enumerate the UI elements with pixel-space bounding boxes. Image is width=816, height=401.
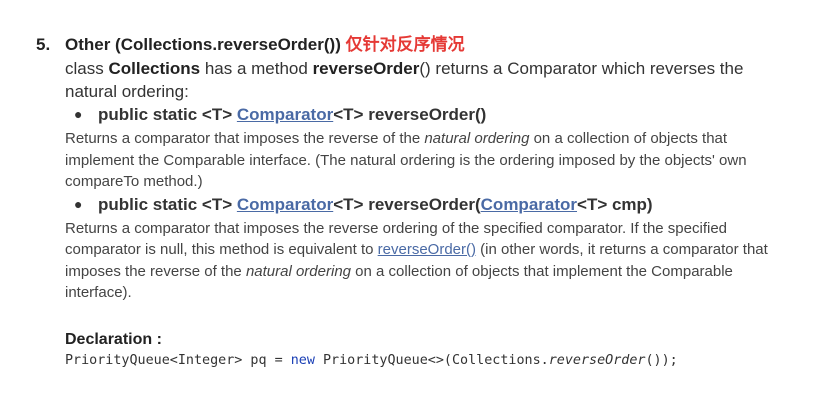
method-name: reverseOrder xyxy=(312,59,420,78)
signature-text: public static <T> xyxy=(98,105,237,124)
method-description-2: Returns a comparator that imposes the re… xyxy=(65,218,796,304)
intro-text: has a method xyxy=(200,59,313,78)
intro-paragraph: class Collections has a method reverseOr… xyxy=(65,57,796,103)
signature-text: public static <T> xyxy=(98,194,237,214)
class-name: Collections xyxy=(108,59,201,78)
intro-text: class xyxy=(65,59,109,78)
method-description-1: Returns a comparator that imposes the re… xyxy=(65,128,796,193)
bullet-icon: ● xyxy=(74,195,83,212)
desc-italic: natural ordering xyxy=(245,262,352,280)
method-signature-2: ● public static <T> Comparator<T> reverse… xyxy=(74,193,796,216)
code-text: ()); xyxy=(645,352,678,368)
code-text: PriorityQueue<Integer> pq = xyxy=(65,352,291,368)
comparator-link[interactable]: Comparator xyxy=(481,195,577,214)
method-signature-1: ● public static <T> Comparator<T> reverse… xyxy=(74,103,796,126)
code-text: PriorityQueue<>(Collections. xyxy=(314,352,549,368)
signature-text: <T> cmp) xyxy=(577,194,653,214)
code-keyword: new xyxy=(290,352,315,368)
declaration-code: PriorityQueue<Integer> pq = new Priority… xyxy=(65,350,796,372)
bullet-icon: ● xyxy=(74,106,83,122)
reverse-order-link[interactable]: reverseOrder() xyxy=(378,241,476,258)
comparator-link[interactable]: Comparator xyxy=(237,195,333,214)
section-heading: 5. Other (Collections.reverseOrder()) 仅针对… xyxy=(36,34,796,56)
section-other: 5. Other (Collections.reverseOrder()) 仅针对… xyxy=(36,34,796,372)
code-italic: reverseOrder xyxy=(548,352,646,368)
signature-text: <T> reverseOrder() xyxy=(333,105,487,124)
section-number: 5. xyxy=(36,35,51,54)
signature-text: <T> reverseOrder( xyxy=(333,194,481,214)
desc-italic: natural ordering xyxy=(424,130,530,147)
chinese-note: 仅针对反序情况 xyxy=(345,35,465,54)
comparator-link[interactable]: Comparator xyxy=(237,105,333,124)
section-title: Other (Collections.reverseOrder()) xyxy=(65,35,341,54)
declaration-title: Declaration : xyxy=(65,330,162,348)
desc-text: Returns a comparator that imposes the re… xyxy=(65,130,425,147)
